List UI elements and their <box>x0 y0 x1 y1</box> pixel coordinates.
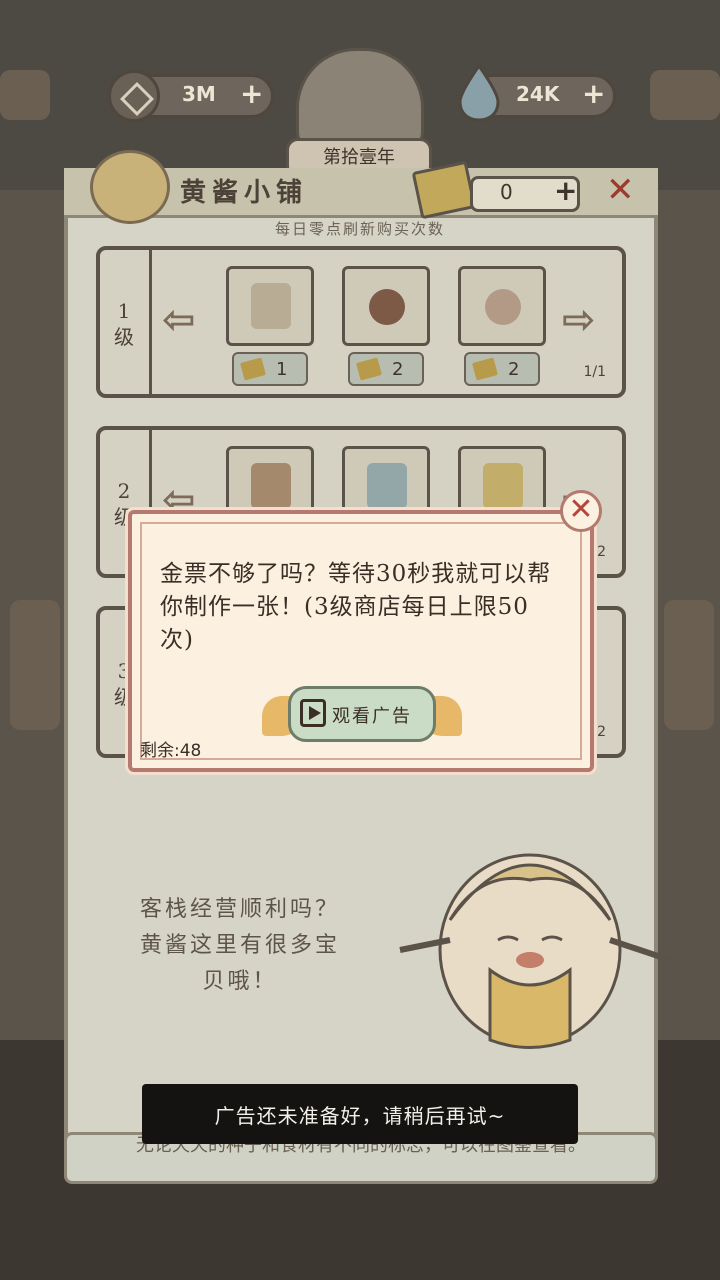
price-value: 2 <box>392 359 404 380</box>
price-value: 2 <box>508 359 520 380</box>
arrow-right-icon[interactable]: ⇨ <box>562 300 596 340</box>
ticket-count: 0 <box>500 180 513 204</box>
shop-item[interactable] <box>226 266 314 346</box>
lantern-stack-icon <box>251 463 291 509</box>
page-indicator: 1/1 <box>583 364 606 380</box>
remaining-count: 剩余:48 <box>140 741 202 761</box>
shop-item[interactable] <box>342 266 430 346</box>
drum-decoration <box>650 70 720 120</box>
gold-ticket-icon <box>240 357 266 381</box>
price-tag[interactable]: 1 <box>232 352 308 386</box>
page-indicator: 2 <box>597 544 606 560</box>
shop-title: 黄酱小铺 <box>180 178 309 208</box>
shop-item[interactable] <box>458 266 546 346</box>
price-tag[interactable]: 2 <box>348 352 424 386</box>
dumpling-plate-icon <box>369 289 405 325</box>
add-coins-button[interactable]: + <box>240 80 263 108</box>
shop-close-button[interactable]: ✕ <box>606 170 635 210</box>
spirit-drop-icon <box>458 63 500 122</box>
play-icon <box>300 699 326 727</box>
gold-ticket-icon <box>356 357 382 381</box>
price-value: 1 <box>276 359 288 380</box>
painting-decoration <box>10 600 60 730</box>
shop-tier-1: 1级 ⇦ 1 2 2 ⇨ 1/1 <box>96 246 626 398</box>
drum-decoration <box>0 70 50 120</box>
inn-emblem-icon <box>296 48 424 152</box>
seed-pack-icon <box>251 283 291 329</box>
copper-coin-icon <box>108 70 160 122</box>
dialog-message: 金票不够了吗？等待30秒我就可以帮你制作一张！(3级商店每日上限50次) <box>160 561 552 653</box>
refresh-note: 每日零点刷新购买次数 <box>274 220 445 238</box>
price-tag[interactable]: 2 <box>464 352 540 386</box>
add-ticket-button[interactable]: + <box>554 174 577 207</box>
mascot-speech: 客栈经营顺利吗？黄酱这里有很多宝贝哦！ <box>139 897 340 994</box>
add-spirit-button[interactable]: + <box>582 80 605 108</box>
painting-decoration <box>664 600 714 730</box>
coin-amount: 3M <box>182 82 216 106</box>
golden-pack-icon <box>483 463 523 509</box>
huangjiang-avatar-icon <box>90 150 170 224</box>
toast-message: 广告还未准备好，请稍后再试~ <box>214 1104 506 1128</box>
dialog-close-button[interactable]: ✕ <box>560 490 602 532</box>
arrow-left-icon[interactable]: ⇦ <box>162 300 196 340</box>
spirit-wisp-icon <box>367 463 407 509</box>
watch-ad-label: 观看广告 <box>332 706 412 727</box>
gold-ticket-icon <box>472 357 498 381</box>
steamed-bun-icon <box>485 289 521 325</box>
tier-label: 1级 <box>114 299 134 349</box>
page-indicator: 2 <box>597 724 606 740</box>
huangjiang-mascot-icon <box>399 853 671 1049</box>
spirit-amount: 24K <box>516 82 560 106</box>
